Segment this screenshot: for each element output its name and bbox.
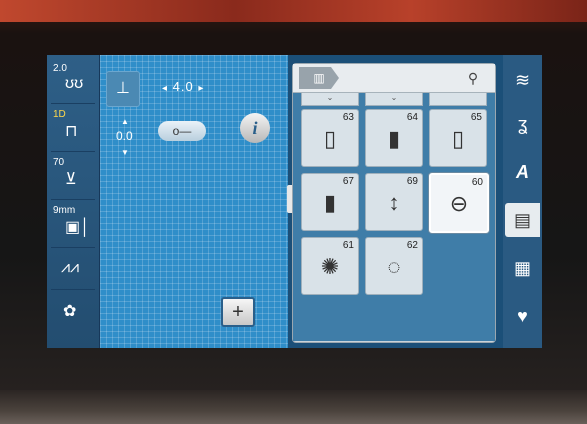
stitch-cell-60-selected[interactable]: 60 ⊖ [429,173,489,233]
width-decrease-arrow-icon[interactable]: ◂ [162,83,168,94]
divider [51,151,95,152]
stitch-cell-62[interactable]: 62 ◌ [365,237,423,295]
width-increase-arrow-icon[interactable]: ▸ [198,83,204,94]
presser-foot-icon: ⊓ [65,123,78,140]
stitch-number: 62 [406,240,418,251]
stitch-cell-64[interactable]: 64 ▮ [365,109,423,167]
category-column: ≋ ʓ A ▤ ▦ ♥ [503,55,542,348]
add-stitch-button[interactable]: + [221,297,255,327]
bezel-bottom [0,390,587,424]
stitch-number: 69 [406,176,418,187]
panel-header: ▥ ⚲ [293,64,495,93]
needle-position-button[interactable]: ⊥ [106,71,140,107]
buttonholes-icon[interactable]: ▤ [505,203,540,237]
sewing-machine-screen: 2.0 ʊʊ 1D ⊓ 70 ⊻ 9mm ▣│ ⩘⩘ ✿ ⊥ ◂ 4.0 ▸ ▲… [47,55,542,348]
tool-value: 70 [53,157,65,168]
button-sew-stitch-icon: ⊖ [449,191,469,216]
divider [51,103,95,104]
buttonhole-stitch-icon: ▯ [451,126,465,151]
bobbin-icon: ✿ [63,303,77,320]
needle-stop-toggle[interactable]: o— [158,121,206,141]
stitch-width-value: 4.0 [172,79,194,94]
thread-tension-tool[interactable]: 70 ⊻ [51,155,95,195]
buttonhole-stitch-icon: ▮ [387,126,401,151]
stitch-cell-63[interactable]: 63 ▯ [301,109,359,167]
tool-value: 9mm [53,205,76,216]
stitch-settings-area: ⊥ ◂ 4.0 ▸ ▲ 0.0 ▼ o— i + [100,55,288,348]
buttonhole-stitch-icon: ↕ [388,190,400,215]
stitch-number: 61 [342,240,354,251]
bezel-top [0,0,587,22]
stitch-length-value: 0.0 [116,129,133,143]
quilt-stitches-icon[interactable]: ▦ [507,251,538,285]
buttonhole-category-icon[interactable]: ▥ [299,67,339,89]
length-down-arrow-icon[interactable]: ▼ [121,148,129,157]
stitch-grid: ⌄ ⌄ 63 ▯ 64 ▮ 65 ▯ 67 ▮ 69 ↕ 60 ⊖ 61 ✺ 6… [293,93,495,341]
needle-plate-tool[interactable]: 9mm ▣│ [51,203,95,243]
tool-value: 2.0 [53,63,67,74]
favorites-icon[interactable]: ♥ [507,299,538,333]
needle-plate-icon: ▣│ [65,219,91,236]
practical-stitches-icon[interactable]: ≋ [507,63,538,97]
stitch-number: 63 [342,112,354,123]
pattern-tool[interactable]: ⩘⩘ [51,251,95,291]
info-button[interactable]: i [240,113,270,143]
stitch-selection-panel: ▥ ⚲ ⌄ ⌄ 63 ▯ 64 ▮ 65 ▯ 67 ▮ 69 ↕ 60 ⊖ 61… [292,63,496,343]
scroll-up-stub[interactable] [429,93,487,106]
buttonhole-stitch-icon: ▮ [323,190,337,215]
stitch-length-icon: ʊʊ [65,75,84,92]
buttonhole-stitch-icon: ▯ [323,126,337,151]
stitch-cell-69[interactable]: 69 ↕ [365,173,423,231]
decorative-stitches-icon[interactable]: ʓ [507,107,538,141]
stitch-length-tool[interactable]: 2.0 ʊʊ [51,61,95,101]
stitch-cell-65[interactable]: 65 ▯ [429,109,487,167]
divider [51,289,95,290]
bobbin-tool[interactable]: ✿ [51,293,95,333]
search-icon[interactable]: ⚲ [463,68,483,88]
stitch-cell-67[interactable]: 67 ▮ [301,173,359,231]
stitch-number: 60 [471,177,483,188]
stitch-width-control[interactable]: ◂ 4.0 ▸ [162,79,204,94]
tool-value: 1D [53,109,66,120]
scroll-up-stub[interactable]: ⌄ [365,93,423,106]
length-up-arrow-icon[interactable]: ▲ [121,117,129,126]
zigzag-pattern-icon: ⩘⩘ [61,259,80,276]
stitch-number: 67 [342,176,354,187]
scroll-up-stub[interactable]: ⌄ [301,93,359,106]
stitch-number: 64 [406,112,418,123]
divider [51,199,95,200]
alphabets-icon[interactable]: A [507,155,538,189]
presser-foot-tool[interactable]: 1D ⊓ [51,107,95,147]
left-tool-column: 2.0 ʊʊ 1D ⊓ 70 ⊻ 9mm ▣│ ⩘⩘ ✿ [47,55,100,348]
stitch-cell-61[interactable]: 61 ✺ [301,237,359,295]
thread-tension-icon: ⊻ [65,171,77,188]
eyelet-stitch-icon: ◌ [387,254,401,279]
stitch-number: 65 [470,112,482,123]
divider [51,247,95,248]
eyelet-stitch-icon: ✺ [320,254,340,279]
